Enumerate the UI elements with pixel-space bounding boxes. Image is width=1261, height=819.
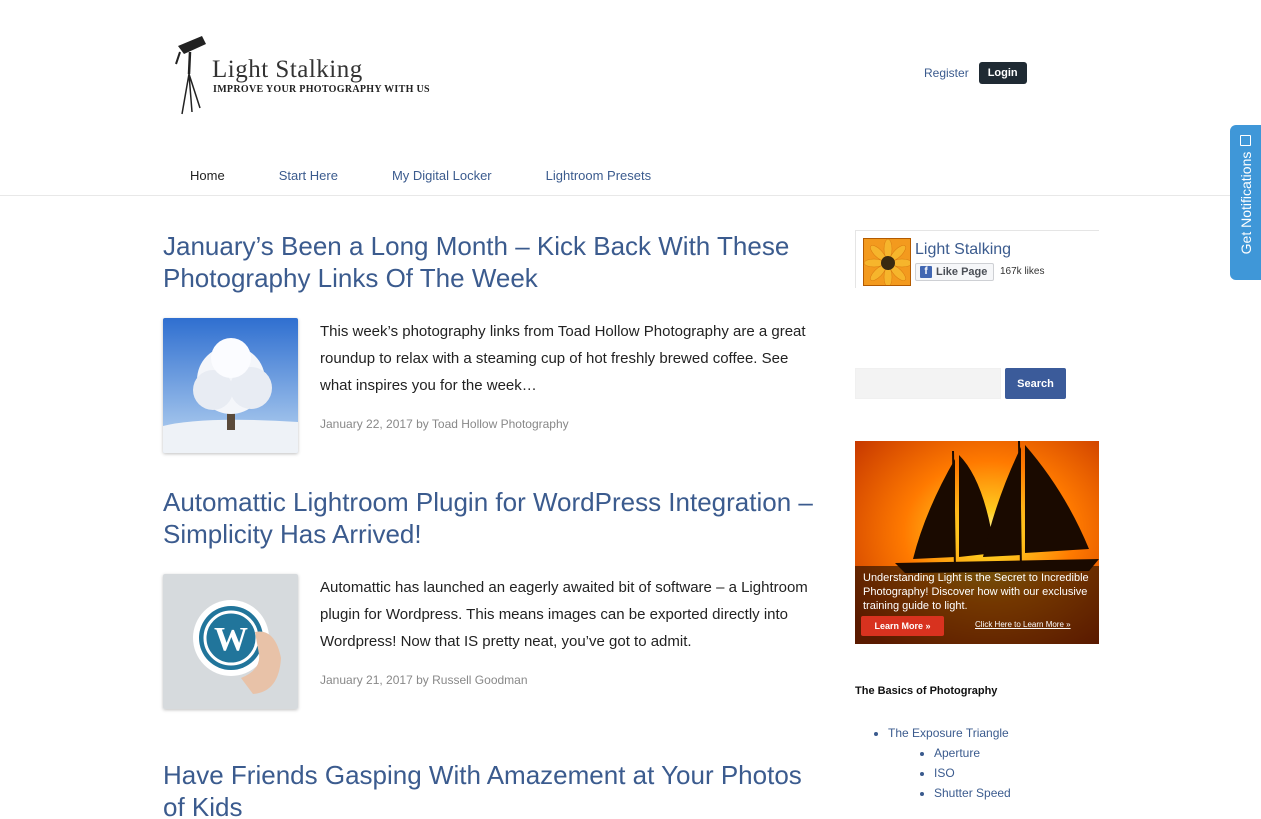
list-item[interactable]: Aperture — [934, 743, 1099, 763]
post-title[interactable]: January’s Been a Long Month – Kick Back … — [163, 230, 823, 294]
nav-item-digital-locker[interactable]: My Digital Locker — [365, 168, 519, 183]
site-header: Light Stalking IMPROVE YOUR PHOTOGRAPHY … — [0, 0, 1261, 196]
snowy-tree-image — [163, 318, 298, 453]
list-item[interactable]: Shutter Speed — [934, 783, 1099, 803]
facebook-like-count: 167k likes — [1000, 266, 1045, 277]
tripod-light-icon — [175, 36, 206, 115]
post-item: January’s Been a Long Month – Kick Back … — [163, 230, 823, 453]
sidebar-ad-banner[interactable]: Understanding Light is the Secret to Inc… — [855, 441, 1099, 644]
register-link[interactable]: Register — [924, 66, 969, 80]
list-item-label[interactable]: The Exposure Triangle — [888, 726, 1009, 740]
svg-text:W: W — [214, 621, 248, 658]
post-excerpt: This week’s photography links from Toad … — [320, 323, 806, 394]
facebook-page-widget: Light Stalking f Like Page 167k likes — [855, 230, 1099, 288]
post-author[interactable]: Russell Goodman — [432, 673, 527, 687]
main-nav: Home Start Here My Digital Locker Lightr… — [163, 168, 678, 183]
post-item: Have Friends Gasping With Amazement at Y… — [163, 759, 823, 819]
ad-text: Understanding Light is the Secret to Inc… — [863, 572, 1089, 612]
post-list: January’s Been a Long Month – Kick Back … — [163, 230, 823, 819]
login-button[interactable]: Login — [978, 62, 1027, 84]
logo-title: Light Stalking — [212, 56, 363, 83]
search-button[interactable]: Search — [1005, 368, 1066, 399]
facebook-icon: f — [920, 266, 932, 278]
auth-links: Register Login — [924, 62, 1027, 84]
post-meta: January 22, 2017 by Toad Hollow Photogra… — [320, 417, 815, 431]
sailboat-sunset-image — [855, 441, 1099, 644]
list-item[interactable]: ISO — [934, 763, 1099, 783]
get-notifications-label: Get Notifications — [1237, 151, 1254, 254]
post-by: by — [416, 417, 429, 431]
facebook-like-label: Like Page — [936, 266, 988, 278]
basics-list: The Exposure Triangle Aperture ISO Shutt… — [855, 723, 1099, 803]
post-thumbnail[interactable] — [163, 318, 298, 453]
nav-item-home[interactable]: Home — [163, 168, 252, 183]
facebook-page-avatar[interactable] — [863, 238, 911, 286]
post-by: by — [416, 673, 429, 687]
list-item[interactable]: The Exposure Triangle Aperture ISO Shutt… — [888, 723, 1099, 803]
post-date: January 22, 2017 — [320, 417, 413, 431]
sub-list: Aperture ISO Shutter Speed — [888, 743, 1099, 803]
notification-icon — [1240, 135, 1251, 146]
logo-tagline: IMPROVE YOUR PHOTOGRAPHY WITH US — [213, 84, 430, 95]
facebook-like-button[interactable]: f Like Page — [915, 263, 995, 281]
get-notifications-tab[interactable]: Get Notifications — [1230, 125, 1261, 280]
post-author[interactable]: Toad Hollow Photography — [432, 417, 569, 431]
facebook-page-name[interactable]: Light Stalking — [915, 241, 1011, 259]
post-text: Automattic has launched an eagerly await… — [320, 574, 815, 709]
search-input[interactable] — [855, 368, 1001, 399]
flower-icon — [864, 239, 910, 285]
site-logo[interactable]: Light Stalking IMPROVE YOUR PHOTOGRAPHY … — [172, 34, 432, 118]
sidebar: Light Stalking f Like Page 167k likes Se… — [855, 230, 1099, 803]
ad-learn-more-button[interactable]: Learn More » — [861, 616, 944, 636]
post-item: Automattic Lightroom Plugin for WordPres… — [163, 486, 823, 709]
post-text: This week’s photography links from Toad … — [320, 318, 815, 453]
post-excerpt: Automattic has launched an eagerly await… — [320, 579, 808, 650]
post-title[interactable]: Have Friends Gasping With Amazement at Y… — [163, 759, 823, 819]
post-body: This week’s photography links from Toad … — [163, 318, 823, 453]
post-title[interactable]: Automattic Lightroom Plugin for WordPres… — [163, 486, 823, 550]
wordpress-badge-image: W — [163, 574, 298, 709]
post-body: W Automattic has launched an eagerly awa… — [163, 574, 823, 709]
post-meta: January 21, 2017 by Russell Goodman — [320, 673, 815, 687]
widget-title: The Basics of Photography — [855, 685, 998, 697]
nav-item-start-here[interactable]: Start Here — [252, 168, 365, 183]
post-date: January 21, 2017 — [320, 673, 413, 687]
ad-learn-more-link[interactable]: Click Here to Learn More » — [975, 620, 1071, 629]
post-thumbnail[interactable]: W — [163, 574, 298, 709]
nav-item-lightroom-presets[interactable]: Lightroom Presets — [519, 168, 679, 183]
search-form: Search — [855, 368, 1099, 399]
